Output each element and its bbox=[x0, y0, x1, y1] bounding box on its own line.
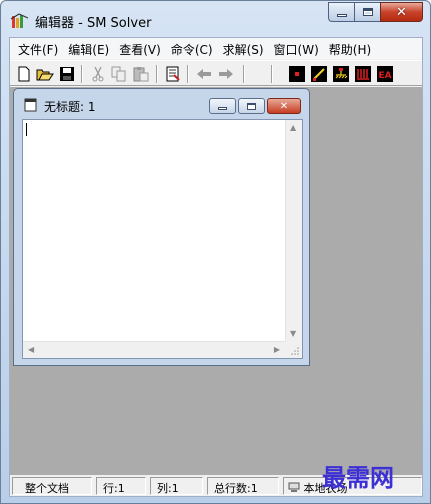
child-minimize-button[interactable] bbox=[209, 98, 236, 114]
minimize-button[interactable] bbox=[328, 2, 354, 22]
child-document-window: 无标题: 1 ✕ ▲ ▼ ◀ ▶ bbox=[13, 88, 310, 366]
scroll-down-icon[interactable]: ▼ bbox=[290, 329, 296, 338]
maximize-button[interactable] bbox=[354, 2, 380, 22]
copy-icon bbox=[111, 66, 126, 82]
ground-tool-button[interactable] bbox=[332, 65, 350, 83]
copy-button[interactable] bbox=[110, 65, 128, 83]
close-icon: ✕ bbox=[396, 4, 407, 20]
toolbar-separator bbox=[156, 65, 158, 83]
text-caret bbox=[26, 123, 27, 136]
child-caption-buttons: ✕ bbox=[209, 98, 301, 114]
ground-icon bbox=[333, 66, 349, 82]
paste-button[interactable] bbox=[132, 65, 150, 83]
document-icon bbox=[24, 98, 37, 112]
status-total: 总行数:1 bbox=[207, 477, 279, 495]
minimize-icon bbox=[218, 107, 227, 110]
toolbar-separator bbox=[81, 65, 83, 83]
child-window-title: 无标题: 1 bbox=[44, 100, 96, 114]
menu-solve[interactable]: 求解(S) bbox=[218, 38, 269, 59]
scroll-up-icon[interactable]: ▲ bbox=[290, 123, 296, 132]
arrow-right-icon bbox=[219, 69, 233, 79]
line-icon bbox=[311, 66, 327, 82]
forward-button[interactable] bbox=[217, 65, 235, 83]
new-file-icon bbox=[18, 66, 30, 82]
status-col: 列:1 bbox=[150, 477, 203, 495]
scroll-left-icon[interactable]: ◀ bbox=[28, 345, 34, 354]
toolbar-separator bbox=[187, 65, 189, 83]
text-editor[interactable]: ▲ ▼ ◀ ▶ bbox=[22, 119, 303, 359]
new-file-button[interactable] bbox=[15, 65, 33, 83]
status-scope: 整个文档 bbox=[12, 477, 92, 495]
menu-bar: 文件(F) 编辑(E) 查看(V) 命令(C) 求解(S) 窗口(W) 帮助(H… bbox=[10, 38, 422, 59]
close-button[interactable]: ✕ bbox=[380, 2, 423, 22]
save-button[interactable] bbox=[58, 65, 76, 83]
menu-view[interactable]: 查看(V) bbox=[114, 38, 166, 59]
open-folder-icon bbox=[36, 69, 54, 81]
toolbar-separator bbox=[243, 65, 245, 83]
child-maximize-button[interactable] bbox=[238, 98, 265, 114]
menu-window[interactable]: 窗口(W) bbox=[269, 38, 324, 59]
watermark: 最需网 bbox=[322, 463, 394, 492]
print-preview-button[interactable] bbox=[164, 65, 182, 83]
close-icon: ✕ bbox=[279, 100, 289, 112]
comb-icon bbox=[355, 66, 371, 82]
cut-button[interactable] bbox=[89, 65, 107, 83]
ea-label: EA bbox=[378, 71, 391, 81]
line-tool-button[interactable] bbox=[310, 65, 328, 83]
point-icon bbox=[289, 66, 305, 82]
window-title: 编辑器 - SM Solver bbox=[35, 16, 152, 31]
toolbar: EA bbox=[10, 60, 422, 86]
save-icon bbox=[60, 67, 74, 81]
status-row: 行:1 bbox=[96, 477, 146, 495]
open-button[interactable] bbox=[36, 65, 54, 83]
back-button[interactable] bbox=[195, 65, 213, 83]
scroll-right-icon[interactable]: ▶ bbox=[274, 345, 280, 354]
scissors-icon bbox=[92, 66, 104, 82]
ea-tool-button[interactable]: EA bbox=[376, 65, 394, 83]
computer-icon bbox=[288, 482, 300, 492]
horizontal-scrollbar[interactable]: ◀ ▶ bbox=[23, 341, 285, 358]
child-title-bar[interactable]: 无标题: 1 ✕ bbox=[14, 89, 309, 119]
arrow-left-icon bbox=[197, 69, 211, 79]
app-icon bbox=[10, 13, 29, 28]
vertical-scrollbar[interactable]: ▲ ▼ bbox=[285, 120, 302, 341]
child-close-button[interactable]: ✕ bbox=[267, 98, 301, 114]
paste-icon bbox=[133, 67, 149, 82]
ea-icon: EA bbox=[377, 66, 393, 82]
menu-command[interactable]: 命令(C) bbox=[166, 38, 218, 59]
point-tool-button[interactable] bbox=[288, 65, 306, 83]
comb-tool-button[interactable] bbox=[354, 65, 372, 83]
print-preview-icon bbox=[166, 66, 180, 82]
maximize-icon bbox=[362, 8, 373, 16]
menu-help[interactable]: 帮助(H) bbox=[324, 38, 376, 59]
menu-file[interactable]: 文件(F) bbox=[13, 38, 63, 59]
size-grip[interactable] bbox=[285, 341, 302, 358]
maximize-icon bbox=[247, 102, 256, 110]
toolbar-separator bbox=[271, 65, 273, 83]
minimize-icon bbox=[336, 13, 347, 17]
title-bar[interactable]: 编辑器 - SM Solver ✕ bbox=[1, 1, 430, 37]
caption-buttons: ✕ bbox=[328, 2, 423, 22]
menu-edit[interactable]: 编辑(E) bbox=[63, 38, 114, 59]
resize-grip-icon bbox=[291, 347, 299, 355]
